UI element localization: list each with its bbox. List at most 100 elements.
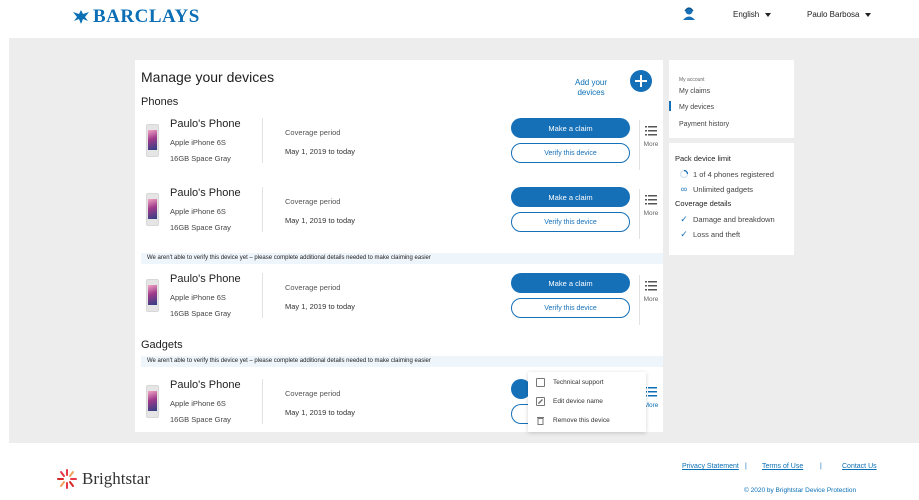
pack-limit-heading: Pack device limit xyxy=(675,154,731,163)
device-name: Paulo's Phone xyxy=(170,118,241,130)
support-agent-icon[interactable] xyxy=(682,6,696,20)
more-label: More xyxy=(643,210,659,217)
phone-thumbnail xyxy=(146,193,159,226)
phones-heading: Phones xyxy=(141,96,179,108)
chevron-down-icon xyxy=(765,12,772,17)
language-selector[interactable]: English xyxy=(733,10,772,19)
brightstar-name: Brightstar xyxy=(82,469,150,488)
brightstar-logo: Brightstar xyxy=(56,468,150,490)
list-icon xyxy=(645,126,657,136)
coverage-dates: May 1, 2019 to today xyxy=(285,408,356,417)
device-model: Apple iPhone 6S xyxy=(170,293,226,302)
coverage-label: Coverage period xyxy=(285,389,341,398)
progress-ring-icon xyxy=(679,169,689,179)
gadgets-heading: Gadgets xyxy=(141,339,183,351)
divider xyxy=(262,187,263,232)
footer-separator: | xyxy=(820,463,822,470)
coverage-item: ✓ Loss and theft xyxy=(679,229,740,240)
list-icon xyxy=(645,281,657,291)
sidebar-item-my-claims[interactable]: My claims xyxy=(679,88,710,95)
device-model: Apple iPhone 6S xyxy=(170,207,226,216)
page-title: Manage your devices xyxy=(141,69,275,85)
phone-thumbnail xyxy=(146,124,159,157)
unlimited-gadgets: ∞ Unlimited gadgets xyxy=(679,184,753,194)
device-spec: 16GB Space Gray xyxy=(170,309,231,318)
make-claim-button[interactable]: Make a claim xyxy=(511,118,630,138)
trash-icon xyxy=(537,417,544,425)
phones-registered-label: 1 of 4 phones registered xyxy=(693,169,774,179)
coverage-dates: May 1, 2019 to today xyxy=(285,216,356,225)
coverage-label: Coverage period xyxy=(285,197,341,206)
verify-device-button[interactable]: Verify this device xyxy=(511,212,630,232)
top-header: BARCLAYS English Paulo Barbosa xyxy=(0,0,919,36)
coverage-details-heading: Coverage details xyxy=(675,199,732,208)
active-indicator xyxy=(669,101,671,111)
eagle-icon xyxy=(73,10,89,24)
check-icon: ✓ xyxy=(680,229,688,239)
footer-separator: | xyxy=(745,463,747,470)
device-model: Apple iPhone 6S xyxy=(170,138,226,147)
menu-item-label: Edit device name xyxy=(553,398,603,405)
divider xyxy=(262,273,263,318)
more-label: More xyxy=(643,141,659,148)
add-device-button[interactable] xyxy=(630,70,652,92)
device-context-menu: Technical support Edit device name Remov… xyxy=(528,372,646,432)
phone-thumbnail xyxy=(146,279,159,312)
more-menu[interactable]: More xyxy=(639,189,663,239)
verification-warning: We aren't able to verify this device yet… xyxy=(141,356,663,367)
account-caption: My account xyxy=(679,77,705,83)
device-row: Paulo's Phone Apple iPhone 6S 16GB Space… xyxy=(141,270,663,330)
device-spec: 16GB Space Gray xyxy=(170,154,231,163)
phone-thumbnail xyxy=(146,385,159,418)
list-icon xyxy=(645,387,657,397)
sidebar-item-payment-history[interactable]: Payment history xyxy=(679,121,729,128)
device-spec: 16GB Space Gray xyxy=(170,415,231,424)
device-name: Paulo's Phone xyxy=(170,273,241,285)
device-row: Paulo's Phone Apple iPhone 6S 16GB Space… xyxy=(141,184,663,244)
terms-of-use-link[interactable]: Terms of Use xyxy=(762,463,803,470)
brightstar-star-icon xyxy=(57,469,77,489)
unlimited-gadgets-label: Unlimited gadgets xyxy=(693,184,754,194)
edit-icon xyxy=(536,397,545,406)
device-spec: 16GB Space Gray xyxy=(170,223,231,232)
add-device-label[interactable]: Add your devices xyxy=(567,78,615,98)
user-menu[interactable]: Paulo Barbosa xyxy=(807,10,872,19)
coverage-label: Coverage period xyxy=(285,283,341,292)
infinity-icon: ∞ xyxy=(680,184,688,194)
coverage-dates: May 1, 2019 to today xyxy=(285,147,356,156)
privacy-statement-link[interactable]: Privacy Statement xyxy=(682,463,739,470)
verify-device-button[interactable]: Verify this device xyxy=(511,143,630,163)
menu-item-remove-device[interactable]: Remove this device xyxy=(536,416,610,425)
brand-name: BARCLAYS xyxy=(93,6,200,27)
coverage-item: ✓ Damage and breakdown xyxy=(679,214,775,225)
menu-item-label: Technical support xyxy=(553,379,604,386)
language-label: English xyxy=(733,10,760,19)
verification-warning: We aren't able to verify this device yet… xyxy=(141,253,663,264)
menu-item-technical-support[interactable]: Technical support xyxy=(536,378,604,387)
chevron-down-icon xyxy=(865,12,872,17)
device-model: Apple iPhone 6S xyxy=(170,399,226,408)
make-claim-button[interactable]: Make a claim xyxy=(511,273,630,293)
more-label: More xyxy=(643,296,659,303)
barclays-logo[interactable]: BARCLAYS xyxy=(72,6,200,28)
make-claim-button[interactable]: Make a claim xyxy=(511,187,630,207)
copyright: © 2020 by Brightstar Device Protection xyxy=(744,487,857,494)
phones-registered: 1 of 4 phones registered xyxy=(679,169,774,179)
more-menu[interactable]: More xyxy=(639,120,663,170)
verify-device-button[interactable]: Verify this device xyxy=(511,298,630,318)
coverage-label: Coverage period xyxy=(285,128,341,137)
divider xyxy=(262,118,263,163)
divider xyxy=(262,379,263,424)
sidebar-item-my-devices[interactable]: My devices xyxy=(679,104,714,111)
check-icon: ✓ xyxy=(680,214,688,224)
menu-item-edit-device-name[interactable]: Edit device name xyxy=(536,397,603,406)
device-name: Paulo's Phone xyxy=(170,379,241,391)
contact-us-link[interactable]: Contact Us xyxy=(842,463,877,470)
list-icon xyxy=(645,195,657,205)
coverage-item-label: Loss and theft xyxy=(693,230,741,239)
more-menu[interactable]: More xyxy=(639,275,663,325)
device-name: Paulo's Phone xyxy=(170,187,241,199)
user-name: Paulo Barbosa xyxy=(807,10,860,19)
device-row: Paulo's Phone Apple iPhone 6S 16GB Space… xyxy=(141,115,663,175)
coverage-item-label: Damage and breakdown xyxy=(693,215,775,224)
